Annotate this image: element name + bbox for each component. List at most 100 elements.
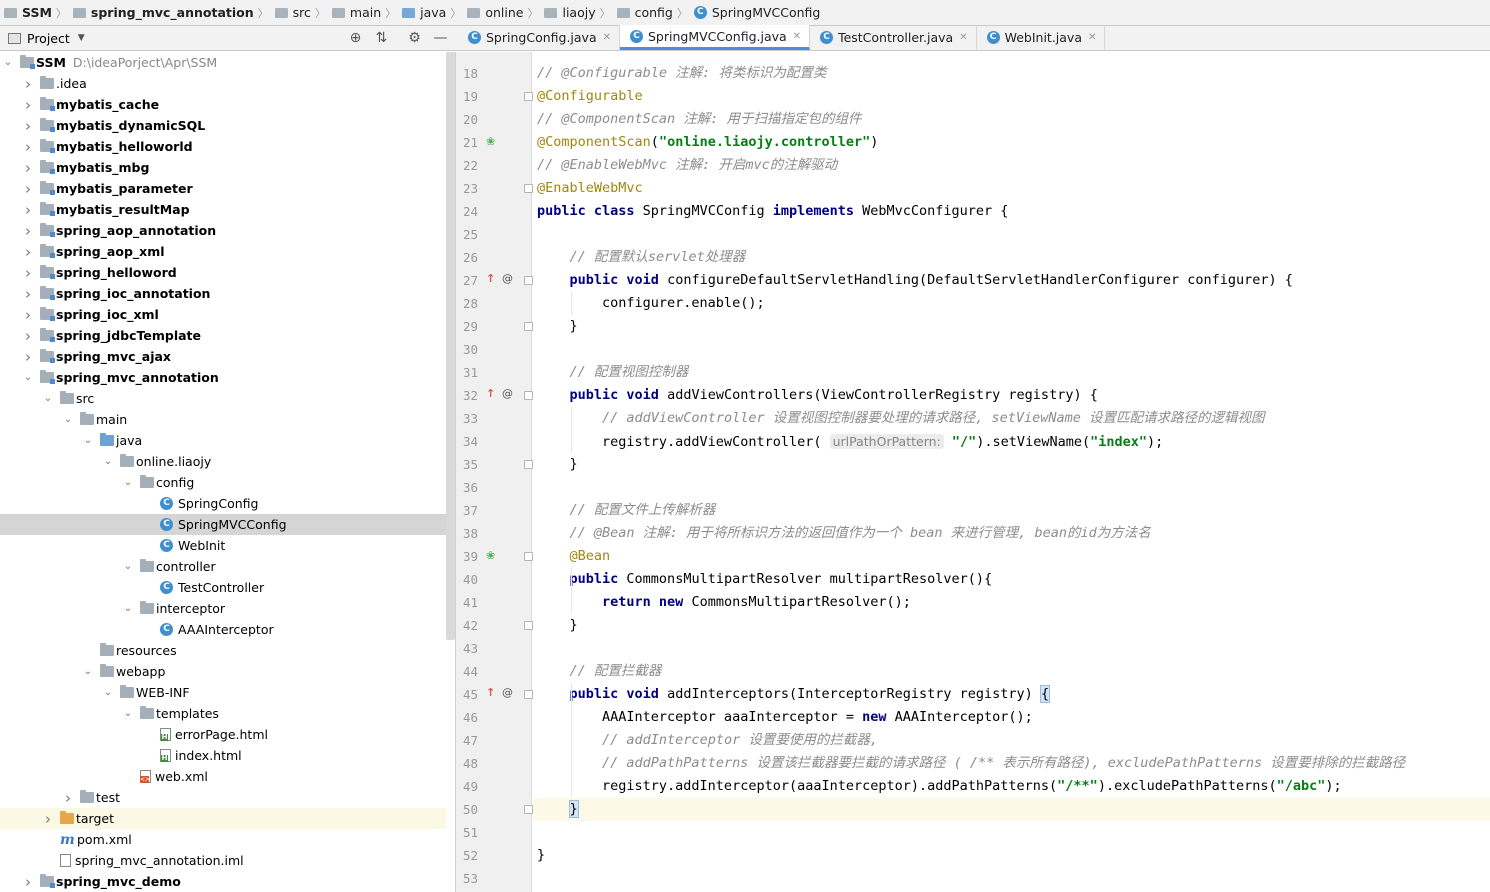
breadcrumb-item[interactable]: SSM	[4, 0, 52, 26]
annotation-icon[interactable]: @	[502, 687, 513, 699]
expand-arrow-icon[interactable]: ⌄	[22, 372, 34, 383]
fold-marker-icon[interactable]	[524, 276, 533, 285]
collapse-icon[interactable]: ⇅	[373, 30, 390, 47]
code-line[interactable]: }	[537, 614, 578, 637]
expand-arrow-icon[interactable]: ⌄	[122, 708, 134, 719]
collapse-arrow-icon[interactable]: ›	[22, 243, 34, 261]
code-line[interactable]: // @EnableWebMvc 注解: 开启mvc的注解驱动	[537, 154, 837, 177]
close-icon[interactable]: ✕	[959, 32, 967, 43]
code-line[interactable]: }	[537, 315, 578, 338]
tree-item[interactable]: ⌄ controller	[0, 556, 446, 577]
tree-item[interactable]: ⌄ java	[0, 430, 446, 451]
code-line[interactable]: public void addInterceptors(InterceptorR…	[537, 683, 1051, 706]
collapse-arrow-icon[interactable]: ›	[22, 159, 34, 177]
tree-item[interactable]: ⌄ src	[0, 388, 446, 409]
tree-item[interactable]: ⌄ templates	[0, 703, 446, 724]
tree-item[interactable]: › mybatis_resultMap	[0, 199, 446, 220]
expand-arrow-icon[interactable]: ⌄	[122, 561, 134, 572]
collapse-arrow-icon[interactable]: ›	[22, 138, 34, 156]
tree-item[interactable]: › spring_mvc_ajax	[0, 346, 446, 367]
code-line[interactable]: public void addViewControllers(ViewContr…	[537, 384, 1098, 407]
collapse-arrow-icon[interactable]: ›	[22, 873, 34, 891]
fold-marker-icon[interactable]	[524, 460, 533, 469]
code-line[interactable]: }	[537, 453, 578, 476]
code-line[interactable]: // addViewController 设置视图控制器要处理的请求路径, se…	[537, 407, 1264, 430]
locate-icon[interactable]: ⊕	[347, 30, 364, 47]
editor-tab[interactable]: C TestController.java ✕	[810, 25, 977, 50]
tree-item[interactable]: index.html	[0, 745, 446, 766]
code-line[interactable]: // addPathPatterns 设置该拦截器要拦截的请求路径 ( /** …	[537, 752, 1405, 775]
collapse-arrow-icon[interactable]: ›	[22, 180, 34, 198]
tree-item[interactable]: ⌄ online.liaojy	[0, 451, 446, 472]
tree-item[interactable]: › spring_aop_annotation	[0, 220, 446, 241]
tree-item[interactable]: C WebInit	[0, 535, 446, 556]
tree-item[interactable]: ⌄ main	[0, 409, 446, 430]
code-line[interactable]: public class SpringMVCConfig implements …	[537, 200, 1008, 223]
breadcrumb-item[interactable]: liaojy	[544, 0, 596, 26]
tree-item[interactable]: › spring_helloword	[0, 262, 446, 283]
tree-item[interactable]: › mybatis_mbg	[0, 157, 446, 178]
tree-item[interactable]: C TestController	[0, 577, 446, 598]
breadcrumb-item[interactable]: C SpringMVCConfig	[693, 0, 820, 26]
collapse-arrow-icon[interactable]: ›	[22, 285, 34, 303]
breadcrumb-item[interactable]: online	[467, 0, 523, 26]
tree-item[interactable]: › mybatis_parameter	[0, 178, 446, 199]
code-line[interactable]: }	[537, 798, 579, 821]
expand-arrow-icon[interactable]: ⌄	[42, 393, 54, 404]
code-line[interactable]: // addInterceptor 设置要使用的拦截器,	[537, 729, 878, 752]
collapse-arrow-icon[interactable]: ›	[22, 201, 34, 219]
expand-arrow-icon[interactable]: ⌄	[62, 414, 74, 425]
breadcrumb-item[interactable]: spring_mvc_annotation	[72, 0, 254, 26]
tree-item[interactable]: › spring_jdbcTemplate	[0, 325, 446, 346]
expand-arrow-icon[interactable]: ⌄	[102, 687, 114, 698]
close-icon[interactable]: ✕	[793, 31, 801, 42]
fold-marker-icon[interactable]	[524, 322, 533, 331]
annotation-icon[interactable]: @	[502, 388, 513, 400]
collapse-arrow-icon[interactable]: ›	[22, 348, 34, 366]
annotation-icon[interactable]: @	[502, 273, 513, 285]
collapse-arrow-icon[interactable]: ›	[22, 327, 34, 345]
tree-item[interactable]: › target	[0, 808, 446, 829]
collapse-arrow-icon[interactable]: ›	[22, 222, 34, 240]
gear-icon[interactable]: ⚙	[406, 30, 423, 47]
code-line[interactable]: }	[537, 844, 545, 867]
close-icon[interactable]: ✕	[1088, 32, 1096, 43]
bean-icon[interactable]: ❀	[486, 136, 495, 148]
bean-icon[interactable]: ❀	[486, 550, 495, 562]
collapse-arrow-icon[interactable]: ›	[22, 96, 34, 114]
tree-item[interactable]: resources	[0, 640, 446, 661]
tree-item[interactable]: ⌄ SSM D:\ideaPorject\Apr\SSM	[0, 52, 446, 73]
tree-item[interactable]: spring_mvc_annotation.iml	[0, 850, 446, 871]
tree-scrollbar[interactable]	[446, 52, 455, 640]
expand-arrow-icon[interactable]: ⌄	[2, 57, 14, 68]
code-line[interactable]: @ComponentScan("online.liaojy.controller…	[537, 131, 878, 154]
code-line[interactable]: // @Bean 注解: 用于将所标识方法的返回值作为一个 bean 来进行管理…	[537, 522, 1151, 545]
expand-arrow-icon[interactable]: ⌄	[122, 477, 134, 488]
breadcrumb-item[interactable]: main	[331, 0, 381, 26]
tree-item[interactable]: › spring_aop_xml	[0, 241, 446, 262]
code-line[interactable]: public CommonsMultipartResolver multipar…	[537, 568, 993, 591]
expand-arrow-icon[interactable]: ⌄	[102, 456, 114, 467]
tree-item[interactable]: › spring_mvc_demo	[0, 871, 446, 892]
tree-item[interactable]: ⌄ webapp	[0, 661, 446, 682]
fold-marker-icon[interactable]	[524, 552, 533, 561]
tree-item[interactable]: errorPage.html	[0, 724, 446, 745]
expand-arrow-icon[interactable]: ⌄	[82, 435, 94, 446]
tree-item[interactable]: › spring_ioc_annotation	[0, 283, 446, 304]
code-line[interactable]: return new CommonsMultipartResolver();	[537, 591, 911, 614]
code-line[interactable]: registry.addViewController( urlPathOrPat…	[537, 430, 1163, 453]
collapse-arrow-icon[interactable]: ›	[62, 789, 74, 807]
fold-marker-icon[interactable]	[524, 92, 533, 101]
code-line[interactable]: // 配置文件上传解析器	[537, 499, 716, 522]
close-icon[interactable]: ✕	[603, 32, 611, 43]
collapse-arrow-icon[interactable]: ›	[22, 117, 34, 135]
fold-marker-icon[interactable]	[524, 621, 533, 630]
tree-item[interactable]: web.xml	[0, 766, 446, 787]
fold-marker-icon[interactable]	[524, 184, 533, 193]
breadcrumb-item[interactable]: config	[616, 0, 673, 26]
breadcrumb-item[interactable]: src	[274, 0, 311, 26]
override-icon[interactable]: ↑	[486, 273, 495, 285]
code-line[interactable]: // 配置默认servlet处理器	[537, 246, 746, 269]
code-line[interactable]: registry.addInterceptor(aaaInterceptor).…	[537, 775, 1342, 798]
tree-item[interactable]: ⌄ config	[0, 472, 446, 493]
